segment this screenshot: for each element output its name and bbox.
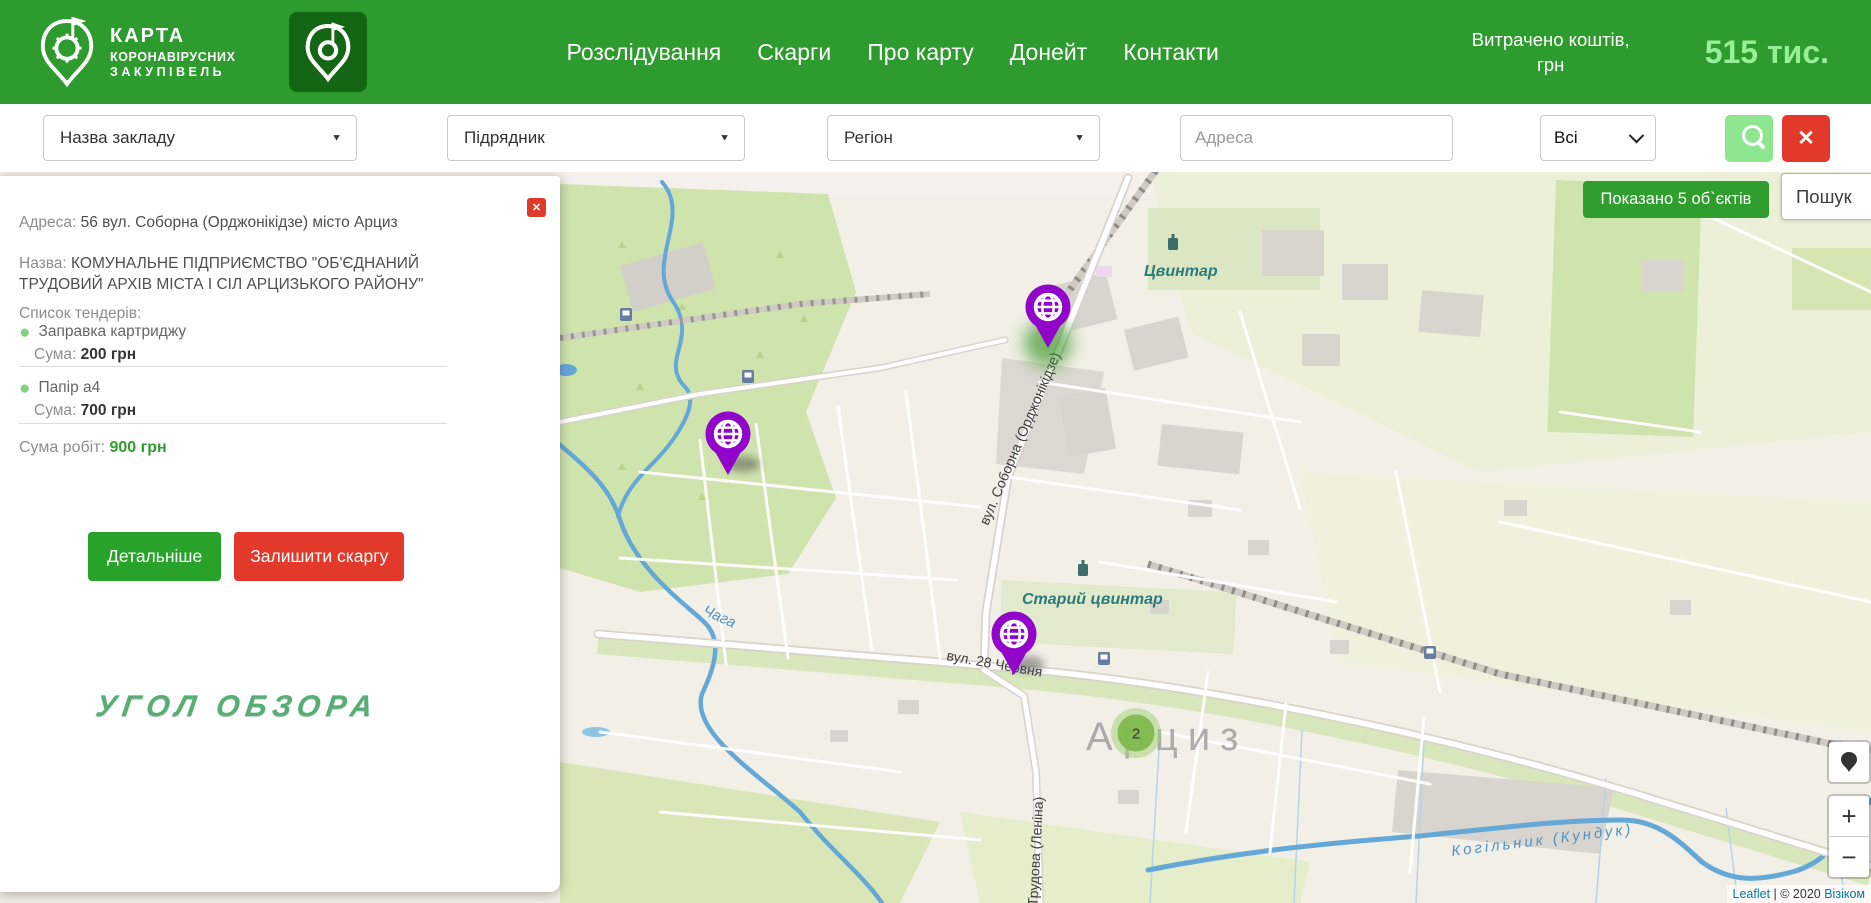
- logo-line2: КОРОНАВІРУСНИХ: [110, 50, 236, 64]
- vizicom-link[interactable]: Візіком: [1824, 887, 1865, 901]
- total-sum-label: Сума робіт:: [19, 439, 105, 456]
- locate-marker-button[interactable]: [1827, 740, 1871, 784]
- name-value: КОМУНАЛЬНЕ ПІДПРИЄМСТВО "ОБ'ЄДНАНИЙ ТРУД…: [19, 255, 423, 293]
- caret-down-icon: ▼: [719, 133, 730, 143]
- divider: [19, 366, 447, 367]
- bullet-icon: ●: [19, 378, 30, 399]
- region-dropdown[interactable]: Регіон ▼: [827, 115, 1100, 161]
- total-sum: Сума робіт: 900 грн: [19, 437, 451, 458]
- close-icon[interactable]: ✕: [527, 198, 546, 217]
- status-select-value: Всі: [1554, 128, 1578, 148]
- map-attribution: Leaflet | © 2020 Візіком: [1727, 885, 1871, 903]
- tender-sum-value: 200 грн: [81, 346, 136, 363]
- site-logo[interactable]: КАРТА КОРОНАВІРУСНИХ ЗАКУПІВЕЛЬ: [36, 13, 236, 91]
- search-tab[interactable]: Пошук: [1781, 173, 1871, 220]
- shown-objects-badge: Показано 5 об`єктів: [1583, 181, 1769, 218]
- watermark: УГОЛ ОБЗОРА: [94, 690, 381, 724]
- name-label: Назва:: [19, 255, 67, 272]
- tenders-list-label: Список тендерів:: [19, 303, 451, 324]
- status-select[interactable]: Всі: [1540, 115, 1656, 161]
- zoom-out-button[interactable]: −: [1829, 836, 1869, 877]
- nav-about[interactable]: Про карту: [867, 39, 973, 66]
- chevron-down-icon: [1629, 127, 1645, 143]
- clear-filters-button[interactable]: ✕: [1782, 115, 1830, 162]
- object-name: Назва: КОМУНАЛЬНЕ ПІДПРИЄМСТВО "ОБ'ЄДНАН…: [19, 253, 451, 295]
- caret-down-icon: ▼: [331, 133, 342, 143]
- info-panel: ✕ Адреса: 56 вул. Соборна (Орджонікідзе)…: [0, 176, 560, 892]
- contractor-dropdown[interactable]: Підрядник ▼: [447, 115, 745, 161]
- contractor-dropdown-label: Підрядник: [464, 128, 545, 148]
- tender-sum-label: Сума:: [34, 402, 76, 419]
- main-nav: Розслідування Скарги Про карту Донейт Ко…: [567, 39, 1219, 66]
- header: КАРТА КОРОНАВІРУСНИХ ЗАКУПІВЕЛЬ Розсліду…: [0, 0, 1871, 104]
- nav-investigations[interactable]: Розслідування: [567, 39, 722, 66]
- search-icon: [1742, 125, 1763, 146]
- panel-buttons: Детальніше Залишити скаргу: [88, 532, 404, 581]
- map-label-cemetery: Цвинтар: [1144, 263, 1218, 280]
- tender-name: Папір а4: [38, 379, 100, 396]
- object-address: Адреса: 56 вул. Соборна (Орджонікідзе) м…: [19, 212, 451, 233]
- pin-icon: [1839, 750, 1859, 774]
- region-dropdown-label: Регіон: [844, 128, 893, 148]
- spent-label: Витрачено коштів, грн: [1463, 27, 1639, 77]
- caret-down-icon: ▼: [1074, 133, 1085, 143]
- attribution-text: | © 2020: [1770, 887, 1824, 901]
- divider: [19, 423, 447, 424]
- search-button[interactable]: [1725, 115, 1773, 162]
- facility-dropdown-label: Назва закладу: [60, 128, 175, 148]
- filter-bar: Назва закладу ▼ Підрядник ▼ Регіон ▼ Всі…: [0, 104, 1871, 172]
- tender-sum-label: Сума:: [34, 346, 76, 363]
- marker-cluster[interactable]: 2: [1111, 708, 1161, 758]
- leave-complaint-button[interactable]: Залишити скаргу: [234, 532, 404, 581]
- map-canvas[interactable]: Цвинтар Старий цвинтар вул. Соборна (Орд…: [0, 172, 1871, 903]
- logo-badge[interactable]: [289, 12, 367, 92]
- spent-value: 515 тис.: [1705, 34, 1829, 71]
- bullet-icon: ●: [19, 322, 30, 343]
- nav-contacts[interactable]: Контакти: [1123, 39, 1219, 66]
- map-label-city: Арциз: [1086, 715, 1249, 759]
- total-sum-value: 900 грн: [109, 439, 166, 456]
- tender-item: ● Папір а4 Сума: 700 грн: [19, 379, 449, 420]
- tender-item: ● Заправка картриджу Сума: 200 грн: [19, 323, 449, 364]
- leaflet-link[interactable]: Leaflet: [1733, 887, 1771, 901]
- details-button[interactable]: Детальніше: [88, 532, 221, 581]
- address-value: 56 вул. Соборна (Орджонікідзе) місто Арц…: [81, 214, 398, 231]
- address-label: Адреса:: [19, 214, 76, 231]
- map-label-old-cemetery: Старий цвинтар: [1022, 591, 1163, 608]
- zoom-control: + −: [1827, 794, 1871, 879]
- facility-dropdown[interactable]: Назва закладу ▼: [43, 115, 357, 161]
- spent-block: Витрачено коштів, грн 515 тис.: [1463, 27, 1829, 77]
- tender-name: Заправка картриджу: [38, 323, 186, 340]
- logo-line1: КАРТА: [110, 25, 236, 48]
- cluster-count: 2: [1132, 726, 1140, 743]
- map-pin-virus-icon: [36, 13, 98, 91]
- logo-text: КАРТА КОРОНАВІРУСНИХ ЗАКУПІВЕЛЬ: [110, 25, 236, 79]
- zoom-in-button[interactable]: +: [1829, 796, 1869, 836]
- nav-complaints[interactable]: Скарги: [757, 39, 831, 66]
- logo-line3: ЗАКУПІВЕЛЬ: [110, 65, 236, 79]
- map-pin-flag-icon: [302, 19, 354, 85]
- nav-donate[interactable]: Донейт: [1010, 39, 1088, 66]
- tender-sum-value: 700 грн: [81, 402, 136, 419]
- address-input[interactable]: [1180, 115, 1453, 161]
